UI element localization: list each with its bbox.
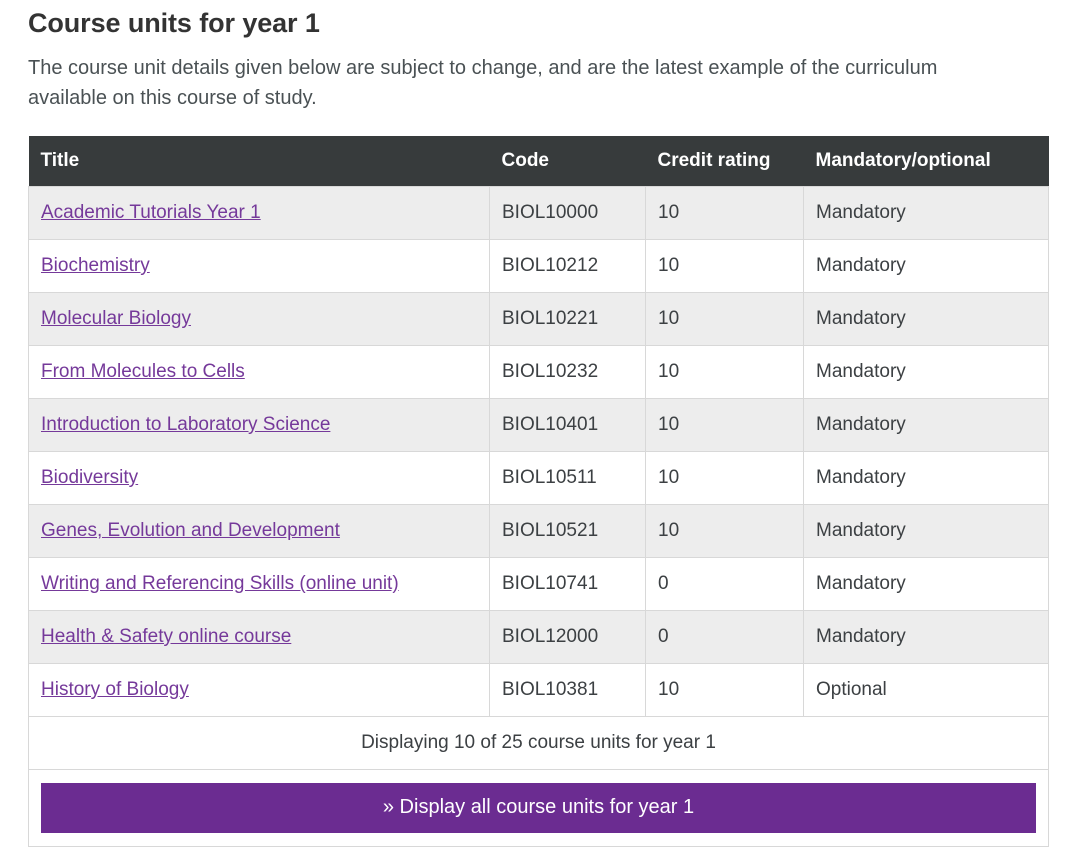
course-unit-link[interactable]: Writing and Referencing Skills (online u… bbox=[41, 573, 399, 594]
column-header-mandatory: Mandatory/optional bbox=[803, 136, 1049, 187]
table-body: Academic Tutorials Year 1 BIOL10000 10 Mand… bbox=[28, 186, 1049, 717]
cell-code: BIOL10000 bbox=[489, 186, 646, 240]
cell-mandatory-optional: Mandatory bbox=[803, 557, 1049, 611]
cell-title: Biodiversity bbox=[28, 451, 490, 505]
course-unit-link[interactable]: Molecular Biology bbox=[41, 308, 191, 329]
course-unit-link[interactable]: Introduction to Laboratory Science bbox=[41, 414, 330, 435]
table-row: Molecular Biology BIOL10221 10 Mandatory bbox=[28, 292, 1049, 346]
cell-code: BIOL10741 bbox=[489, 557, 646, 611]
table-row: History of Biology BIOL10381 10 Optional bbox=[28, 663, 1049, 717]
cell-credit-rating: 10 bbox=[645, 451, 804, 505]
table-row: Writing and Referencing Skills (online u… bbox=[28, 557, 1049, 611]
course-units-table-wrapper: Title Code Credit rating Mandatory/optio… bbox=[28, 136, 1052, 847]
cell-mandatory-optional: Mandatory bbox=[803, 504, 1049, 558]
cell-title: Molecular Biology bbox=[28, 292, 490, 346]
summary-row: Displaying 10 of 25 course units for yea… bbox=[28, 716, 1049, 770]
course-unit-link[interactable]: Biochemistry bbox=[41, 255, 150, 276]
cell-mandatory-optional: Mandatory bbox=[803, 398, 1049, 452]
cell-mandatory-optional: Mandatory bbox=[803, 292, 1049, 346]
table-footer: Displaying 10 of 25 course units for yea… bbox=[28, 716, 1049, 847]
cell-title: Writing and Referencing Skills (online u… bbox=[28, 557, 490, 611]
cell-mandatory-optional: Mandatory bbox=[803, 239, 1049, 293]
cell-title: Introduction to Laboratory Science bbox=[28, 398, 490, 452]
cell-credit-rating: 0 bbox=[645, 610, 804, 664]
table-row: Biochemistry BIOL10212 10 Mandatory bbox=[28, 239, 1049, 293]
cell-title: History of Biology bbox=[28, 663, 490, 717]
table-row: Academic Tutorials Year 1 BIOL10000 10 Mand… bbox=[28, 186, 1049, 240]
cell-code: BIOL10511 bbox=[489, 451, 646, 505]
cell-mandatory-optional: Mandatory bbox=[803, 451, 1049, 505]
cell-credit-rating: 10 bbox=[645, 398, 804, 452]
course-unit-link[interactable]: Health & Safety online course bbox=[41, 626, 291, 647]
table-row: From Molecules to Cells BIOL10232 10 Mandat… bbox=[28, 345, 1049, 399]
table-header: Title Code Credit rating Mandatory/optio… bbox=[28, 136, 1049, 187]
column-header-code: Code bbox=[489, 136, 646, 187]
cell-code: BIOL10381 bbox=[489, 663, 646, 717]
column-header-credit: Credit rating bbox=[645, 136, 804, 187]
cell-title: Biochemistry bbox=[28, 239, 490, 293]
cell-mandatory-optional: Mandatory bbox=[803, 610, 1049, 664]
table-row: Introduction to Laboratory Science BIOL10… bbox=[28, 398, 1049, 452]
cell-mandatory-optional: Mandatory bbox=[803, 186, 1049, 240]
summary-text: Displaying 10 of 25 course units for yea… bbox=[28, 716, 1049, 770]
cell-title: Academic Tutorials Year 1 bbox=[28, 186, 490, 240]
column-header-title: Title bbox=[28, 136, 490, 187]
course-units-table: Title Code Credit rating Mandatory/optio… bbox=[28, 136, 1049, 847]
cell-code: BIOL10401 bbox=[489, 398, 646, 452]
cell-credit-rating: 10 bbox=[645, 663, 804, 717]
cell-credit-rating: 10 bbox=[645, 239, 804, 293]
table-row: Genes, Evolution and Development BIOL1052… bbox=[28, 504, 1049, 558]
cta-row: » Display all course units for year 1 bbox=[28, 769, 1049, 847]
cell-title: From Molecules to Cells bbox=[28, 345, 490, 399]
cell-code: BIOL12000 bbox=[489, 610, 646, 664]
cell-credit-rating: 10 bbox=[645, 292, 804, 346]
page-title: Course units for year 1 bbox=[28, 8, 320, 38]
course-unit-link[interactable]: From Molecules to Cells bbox=[41, 361, 245, 382]
course-unit-link[interactable]: Biodiversity bbox=[41, 467, 138, 488]
cell-credit-rating: 10 bbox=[645, 345, 804, 399]
course-units-page: Course units for year 1 The course unit … bbox=[0, 0, 1080, 847]
table-row: Biodiversity BIOL10511 10 Mandatory bbox=[28, 451, 1049, 505]
course-unit-link[interactable]: History of Biology bbox=[41, 679, 189, 700]
cell-code: BIOL10521 bbox=[489, 504, 646, 558]
course-unit-link[interactable]: Academic Tutorials Year 1 bbox=[41, 202, 261, 223]
cell-code: BIOL10212 bbox=[489, 239, 646, 293]
intro-paragraph: The course unit details given below are … bbox=[28, 57, 938, 109]
cell-credit-rating: 10 bbox=[645, 504, 804, 558]
cell-title: Genes, Evolution and Development bbox=[28, 504, 490, 558]
cell-code: BIOL10221 bbox=[489, 292, 646, 346]
course-unit-link[interactable]: Genes, Evolution and Development bbox=[41, 520, 340, 541]
cell-mandatory-optional: Mandatory bbox=[803, 345, 1049, 399]
cell-credit-rating: 0 bbox=[645, 557, 804, 611]
table-header-row: Title Code Credit rating Mandatory/optio… bbox=[28, 136, 1049, 187]
display-all-course-units-button[interactable]: » Display all course units for year 1 bbox=[41, 783, 1036, 833]
cell-credit-rating: 10 bbox=[645, 186, 804, 240]
cell-mandatory-optional: Optional bbox=[803, 663, 1049, 717]
cell-title: Health & Safety online course bbox=[28, 610, 490, 664]
cell-code: BIOL10232 bbox=[489, 345, 646, 399]
table-row: Health & Safety online course BIOL12000 0 M… bbox=[28, 610, 1049, 664]
